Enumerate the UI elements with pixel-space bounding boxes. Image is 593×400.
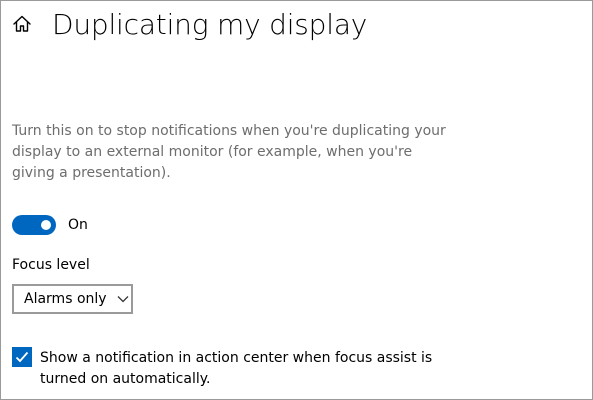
focus-level-dropdown[interactable]: Alarms only (12, 284, 133, 314)
duplicating-display-toggle[interactable] (12, 215, 56, 235)
toggle-row: On (12, 215, 88, 235)
toggle-state-label: On (68, 217, 88, 233)
notification-checkbox-label[interactable]: Show a notification in action center whe… (40, 348, 480, 390)
home-icon[interactable] (12, 14, 32, 34)
focus-level-value: Alarms only (24, 291, 107, 307)
settings-page: Duplicating my display Turn this on to s… (0, 0, 593, 400)
description-text: Turn this on to stop notifications when … (12, 123, 446, 181)
toggle-knob (41, 220, 51, 230)
chevron-down-icon (117, 296, 129, 303)
checkmark-icon (15, 351, 29, 363)
focus-level-label: Focus level (12, 257, 90, 273)
notification-checkbox[interactable] (12, 347, 32, 367)
page-title: Duplicating my display (52, 8, 368, 41)
